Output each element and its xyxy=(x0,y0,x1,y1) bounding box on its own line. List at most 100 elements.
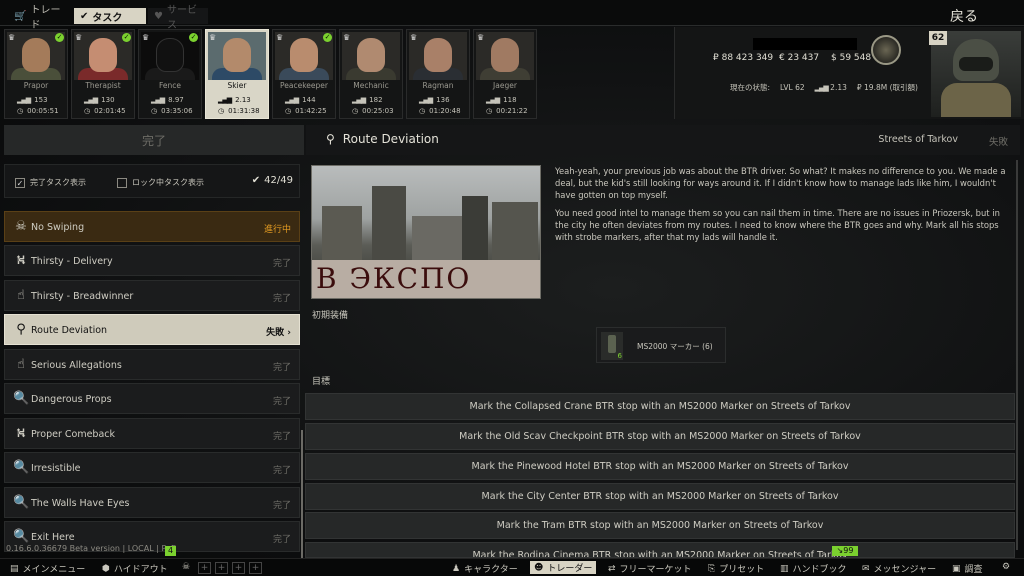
signal-icon: ▂▄▆ xyxy=(285,96,299,104)
task-name: No Swiping xyxy=(31,222,85,233)
trader-restock: ◷ 00:25:03 xyxy=(352,107,394,115)
hideout-label: ハイドアウト xyxy=(113,565,168,575)
checkbox-empty-icon xyxy=(117,177,127,188)
tasks-screen: 🛒 トレード ✔ タスク ♥ サービス 戻る ♛ ✓ Prapor ▂▄▆ 153 ◷ 00… xyxy=(0,0,1024,576)
task-name: Dangerous Props xyxy=(31,394,112,405)
quick-slot[interactable]: + xyxy=(232,562,245,574)
task-item-serious-allegations[interactable]: ☝ Serious Allegations 完了 xyxy=(4,349,300,380)
signal-icon: ▂▄▆ xyxy=(218,96,232,104)
message-icon: ✉ xyxy=(862,563,870,574)
tab-services[interactable]: ♥ サービス xyxy=(148,5,208,31)
task-item-proper-comeback[interactable]: ⛕ Proper Comeback 完了 xyxy=(4,418,300,449)
trader-restock: ◷ 00:05:51 xyxy=(17,107,59,115)
task-item-walls-have-eyes[interactable]: 🔍 The Walls Have Eyes 完了 xyxy=(4,487,300,518)
signal-icon: ▂▄▆ xyxy=(352,96,366,104)
survey-button[interactable]: ▣ 調査 xyxy=(952,562,983,576)
task-item-route-deviation[interactable]: ⚲ Route Deviation 失敗 › xyxy=(4,314,300,345)
trader-card-fence[interactable]: ♛ ✓ Fence ▂▄▆ 8.97 ◷ 03:35:06 xyxy=(138,29,202,119)
complete-check-icon: ✓ xyxy=(122,33,131,42)
quick-slot[interactable]: + xyxy=(198,562,211,574)
magnifier-icon: 🔍 xyxy=(13,529,30,544)
task-image-sign: B ЭКСПО xyxy=(312,260,540,298)
show-locked-label: ロック中タスク表示 xyxy=(132,178,204,187)
objective-row: Mark the Collapsed Crane BTR stop with a… xyxy=(305,393,1015,420)
task-description: Yeah-yeah, your previous job was about t… xyxy=(555,166,1007,251)
trader-card-ragman[interactable]: ♛ Ragman ▂▄▆ 136 ◷ 01:20:48 xyxy=(406,29,470,119)
task-status: 完了 xyxy=(272,432,291,442)
task-item-thirsty-breadwinner[interactable]: ☝ Thirsty - Breadwinner 完了 xyxy=(4,280,300,311)
task-list-scrollbar[interactable] xyxy=(301,430,303,560)
task-name: Proper Comeback xyxy=(31,429,115,440)
task-count-value: 42/49 xyxy=(264,175,293,186)
signal-icon: ▂▄▆ xyxy=(486,96,500,104)
trader-name: Prapor xyxy=(23,81,49,90)
show-locked-toggle[interactable]: ロック中タスク表示 xyxy=(117,177,204,188)
roubles-balance: ₽ 88 423 349 xyxy=(713,53,774,63)
trader-card-skier[interactable]: ♛ Skier ▂▄▆ 2.13 ◷ 01:31:38 xyxy=(205,29,269,119)
equipment-item[interactable]: 6 MS2000 マーカー (6) xyxy=(596,327,726,363)
euros-balance: € 23 437 xyxy=(779,53,820,63)
traders-label: トレーダー xyxy=(547,564,593,574)
trader-card-peacekeeper[interactable]: ♛ ✓ Peacekeeper ▂▄▆ 144 ◷ 01:42:25 xyxy=(272,29,336,119)
handbook-button[interactable]: ▥ ハンドブック xyxy=(780,562,847,576)
trader-standing: ▂▄▆ 2.13 xyxy=(218,96,251,104)
signal-icon: ▂▄▆ xyxy=(419,96,433,104)
task-detail-header: ⚲ Route Deviation Streets of Tarkov 失敗 xyxy=(306,125,1020,155)
signal-icon: ▂▄▆ xyxy=(814,84,829,92)
task-item-no-swiping[interactable]: ☠ No Swiping 進行中 xyxy=(4,211,300,242)
complete-check-icon: ✓ xyxy=(189,33,198,42)
crown-icon: ♛ xyxy=(276,33,284,42)
sales-volume: ₽ 19.8M (取引額) xyxy=(856,83,918,92)
skull-icon: ☠ xyxy=(182,562,191,572)
standing-number: 2.13 xyxy=(830,83,847,92)
completed-header[interactable]: 完了 xyxy=(4,125,304,155)
crown-icon: ♛ xyxy=(142,33,150,42)
trader-card-mechanic[interactable]: ♛ Mechanic ▂▄▆ 182 ◷ 00:25:03 xyxy=(339,29,403,119)
trader-card-jaeger[interactable]: ♛ Jaeger ▂▄▆ 118 ◷ 00:21:22 xyxy=(473,29,537,119)
presets-button[interactable]: ⎘ プリセット xyxy=(708,562,764,576)
notification-tag: ↘99 xyxy=(832,546,858,556)
traders-button[interactable]: ☻ トレーダー xyxy=(530,561,597,574)
trader-name: Skier xyxy=(227,81,247,90)
tab-trade[interactable]: 🛒 トレード xyxy=(8,5,72,31)
quick-slot[interactable]: + xyxy=(215,562,228,574)
magnifier-icon: 🔍 xyxy=(13,391,30,406)
quick-slot[interactable]: + xyxy=(249,562,262,574)
flea-market-button[interactable]: ⇄ フリーマーケット xyxy=(608,562,692,576)
task-item-irresistible[interactable]: 🔍 Irresistible 完了 xyxy=(4,452,300,483)
hideout-button[interactable]: ⬢ ハイドアウト xyxy=(102,562,168,576)
handbook-label: ハンドブック xyxy=(792,565,847,575)
exit-icon: ⛕ xyxy=(16,253,26,268)
task-status: 完了 xyxy=(272,259,291,269)
signal-icon: ▂▄▆ xyxy=(17,96,31,104)
location-pin-icon: ⚲ xyxy=(326,132,335,146)
messenger-button[interactable]: ✉ メッセンジャー xyxy=(862,562,936,576)
trader-card-prapor[interactable]: ♛ ✓ Prapor ▂▄▆ 153 ◷ 00:05:51 xyxy=(4,29,68,119)
trader-time: 02:01:45 xyxy=(94,107,126,115)
equipment-count: 6 xyxy=(617,352,622,360)
redacted-name xyxy=(753,38,857,50)
player-profile: ₽ 88 423 349 € 23 437 $ 59 548 現在の状態: LV… xyxy=(674,27,1024,119)
status-label: 現在の状態: xyxy=(730,83,771,92)
tab-tasks[interactable]: ✔ タスク xyxy=(74,8,146,24)
task-status: 完了 xyxy=(272,294,291,304)
detail-scrollbar[interactable] xyxy=(1016,160,1018,550)
trader-portrait xyxy=(409,32,467,80)
show-completed-toggle[interactable]: ✓ 完了タスク表示 xyxy=(15,177,86,188)
trader-time: 03:35:06 xyxy=(161,107,193,115)
skull-icon: ☠ xyxy=(15,219,27,234)
task-item-dangerous-props[interactable]: 🔍 Dangerous Props 完了 xyxy=(4,383,300,414)
character-label: キャラクター xyxy=(464,565,518,575)
pmc-button[interactable]: ☠ xyxy=(182,562,190,572)
main-menu-button[interactable]: ▤ メインメニュー xyxy=(10,562,85,576)
task-item-thirsty-delivery[interactable]: ⛕ Thirsty - Delivery 完了 xyxy=(4,245,300,276)
crown-icon: ♛ xyxy=(8,33,16,42)
objective-row: Mark the Tram BTR stop with an MS2000 Ma… xyxy=(305,512,1015,539)
trader-card-therapist[interactable]: ♛ ✓ Therapist ▂▄▆ 130 ◷ 02:01:45 xyxy=(71,29,135,119)
back-button[interactable]: 戻る xyxy=(950,6,978,26)
settings-button[interactable]: ⚙ xyxy=(1002,562,1010,572)
character-button[interactable]: ♟ キャラクター xyxy=(452,562,518,576)
trader-restock: ◷ 01:42:25 xyxy=(285,107,327,115)
trader-standing: ▂▄▆ 130 xyxy=(84,96,115,104)
trader-time: 00:05:51 xyxy=(27,107,59,115)
